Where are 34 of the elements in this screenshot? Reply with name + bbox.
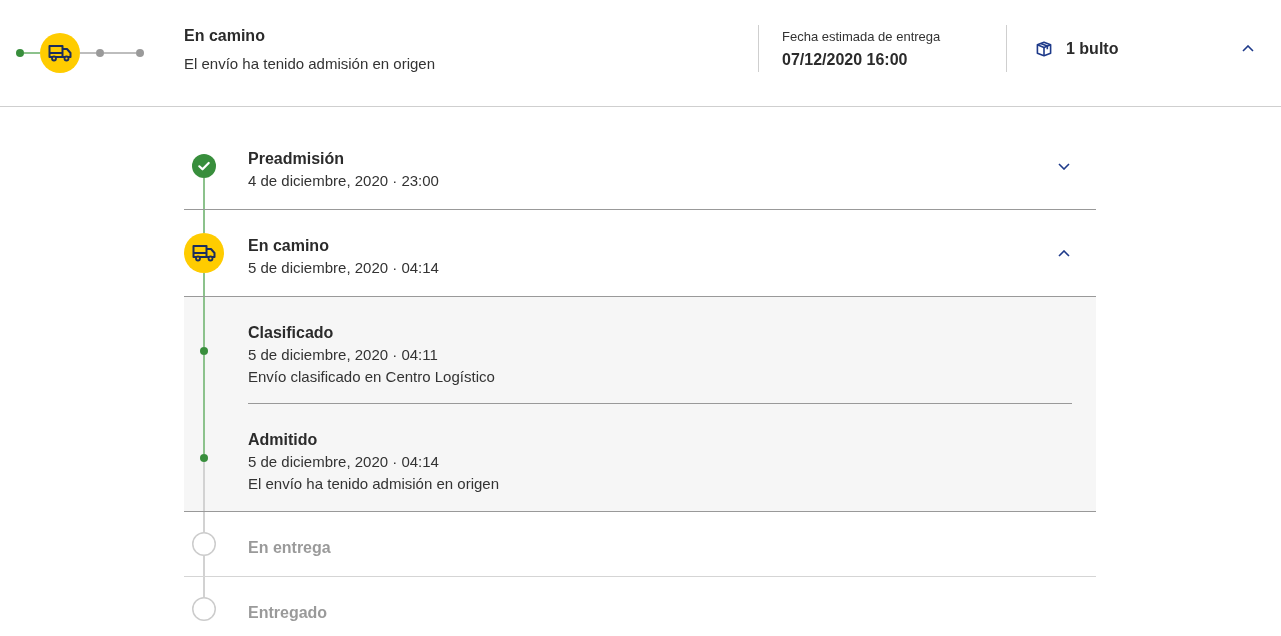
estimate-label: Fecha estimada de entrega [782,27,942,46]
dot-icon [200,347,208,355]
event-title: Admitido [248,430,319,450]
connector-line [80,52,96,54]
shipment-status-title: En camino [184,26,266,46]
box-icon [1036,40,1052,57]
check-icon [192,154,216,178]
step-title: En camino [248,236,330,256]
chevron-down-icon [1058,162,1070,170]
dot-icon [136,49,144,57]
connector-line [24,52,40,54]
step-date: 4 de diciembre, 2020 · 23:00 [248,171,440,191]
package-count: 1 bulto [1066,39,1119,58]
step-title: En entrega [248,538,332,558]
chevron-up-icon [1242,45,1254,52]
event-date: 5 de diciembre, 2020 · 04:14 [248,452,440,472]
empty-circle-icon [192,532,216,556]
event-date: 5 de diciembre, 2020 · 04:11 [248,345,439,365]
truck-icon [40,33,80,73]
event-title: Clasificado [248,323,335,343]
step-title: Preadmisión [248,149,346,169]
event-description: El envío ha tenido admisión en origen [248,474,500,494]
dot-icon [16,49,24,57]
dot-icon [96,49,104,57]
chevron-up-icon [1058,249,1070,257]
connector-line [104,52,136,54]
empty-circle-icon [192,597,216,621]
shipment-status-text: El envío ha tenido admisión en origen [184,54,436,74]
estimate-date: 07/12/2020 16:00 [782,49,909,70]
step-title: Entregado [248,603,329,623]
dot-icon [200,454,208,462]
truck-icon [184,233,224,273]
event-description: Envío clasificado en Centro Logístico [248,367,496,387]
step-date: 5 de diciembre, 2020 · 04:14 [248,258,440,278]
